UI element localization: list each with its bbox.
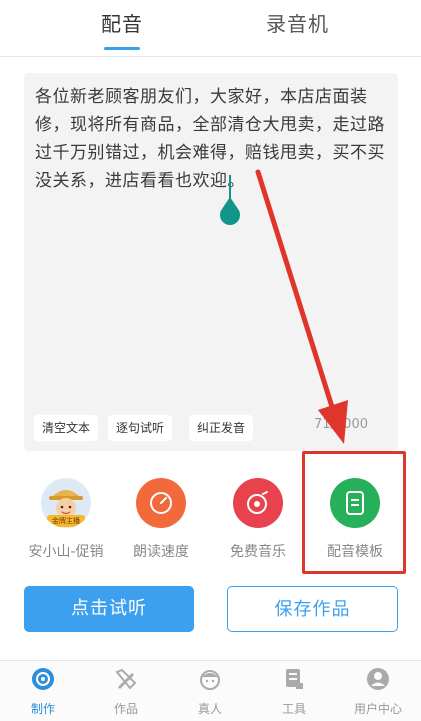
tools-document-icon	[286, 669, 303, 689]
nav-item-user-center[interactable]: 用户中心	[343, 667, 413, 717]
clear-text-button[interactable]: 清空文本	[34, 415, 99, 441]
tab-dubbing[interactable]: 配音	[101, 8, 143, 37]
nav-item-works[interactable]: 作品	[91, 667, 161, 717]
character-counter: 71/5000	[313, 417, 368, 432]
nav-label-works: 作品	[113, 702, 138, 716]
create-disc-icon	[32, 668, 54, 690]
top-tab-bar: 配音 录音机	[0, 0, 421, 57]
active-tab-indicator	[104, 47, 140, 50]
highlight-box	[302, 451, 406, 574]
editor-text[interactable]: 各位新老顾客朋友们，大家好，本店店面装修，现将所有商品，全部清仓大甩卖，走过路过…	[35, 83, 385, 195]
voice-anchor-item[interactable]: 金牌主播 安小山-促销	[21, 478, 111, 561]
free-music-item[interactable]: 免费音乐	[213, 478, 303, 561]
music-icon-circle	[233, 478, 283, 528]
speedometer-icon	[150, 492, 172, 514]
nav-label-create: 制作	[30, 702, 55, 716]
caret-handle-icon[interactable]	[218, 197, 242, 227]
avatar: 金牌主播	[41, 478, 91, 528]
correct-pronunciation-button[interactable]: 纠正发音	[189, 415, 254, 441]
nav-label-tools: 工具	[281, 702, 306, 716]
preview-button[interactable]: 点击试听	[24, 586, 194, 632]
free-music-label: 免费音乐	[230, 544, 286, 560]
music-disc-icon	[247, 491, 268, 514]
sentence-preview-button[interactable]: 逐句试听	[108, 415, 173, 441]
nav-item-tools[interactable]: 工具	[259, 667, 329, 717]
person-face-icon	[200, 670, 220, 690]
pencil-ruler-icon	[115, 668, 137, 690]
user-profile-icon	[367, 668, 389, 690]
save-work-button[interactable]: 保存作品	[227, 586, 398, 632]
text-editor[interactable]: 各位新老顾客朋友们，大家好，本店店面装修，现将所有商品，全部清仓大甩卖，走过路过…	[24, 73, 398, 451]
nav-item-human-voice[interactable]: 真人	[175, 667, 245, 717]
nav-label-human-voice: 真人	[197, 702, 222, 716]
reading-speed-item[interactable]: 朗读速度	[116, 478, 206, 561]
voice-anchor-label: 安小山-促销	[28, 544, 104, 560]
speed-icon-circle	[136, 478, 186, 528]
bottom-nav: 制作 作品 真人 工具 用户中心	[0, 660, 421, 721]
nav-item-create[interactable]: 制作	[8, 667, 78, 717]
tab-recorder[interactable]: 录音机	[266, 8, 329, 37]
gold-anchor-badge: 金牌主播	[47, 515, 85, 527]
reading-speed-label: 朗读速度	[133, 544, 189, 560]
nav-label-user-center: 用户中心	[353, 702, 402, 716]
